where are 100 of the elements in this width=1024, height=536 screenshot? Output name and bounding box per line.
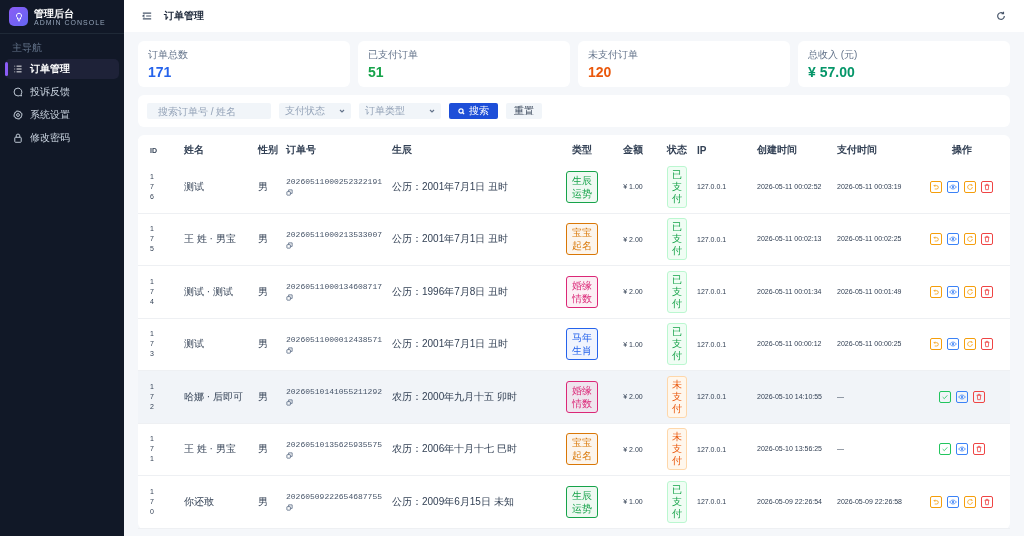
refresh-button[interactable] bbox=[964, 285, 976, 298]
view-button[interactable] bbox=[947, 233, 959, 246]
menu-icon[interactable] bbox=[142, 11, 152, 21]
sidebar-item[interactable]: 订单管理 bbox=[5, 59, 119, 79]
view-button[interactable] bbox=[947, 180, 959, 193]
status-tag: 已支付 bbox=[667, 323, 687, 366]
confirm-button[interactable] bbox=[938, 443, 951, 456]
order-number: 20260510135625935575 bbox=[286, 439, 382, 449]
refresh-button[interactable] bbox=[964, 233, 976, 246]
view-button[interactable] bbox=[947, 495, 959, 508]
undo-button[interactable] bbox=[930, 285, 942, 298]
sidebar-item[interactable]: 系统设置 bbox=[5, 105, 119, 125]
copy-icon[interactable] bbox=[286, 189, 293, 197]
undo-icon bbox=[932, 287, 940, 296]
gender-cell-text: 男 bbox=[258, 442, 269, 457]
stat-label: 总收入 (元) bbox=[808, 48, 859, 62]
delete-button[interactable] bbox=[981, 338, 993, 351]
gender-cell-text: 男 bbox=[258, 337, 269, 352]
sidebar-item[interactable]: 投诉反馈 bbox=[5, 82, 119, 102]
view-icon bbox=[957, 445, 966, 454]
refresh-icon bbox=[966, 235, 974, 244]
search-button[interactable]: 搜索 bbox=[449, 103, 498, 119]
status-tag: 未支付 bbox=[667, 375, 687, 418]
delete-icon bbox=[983, 497, 991, 506]
name-cell-text: 测试 bbox=[184, 179, 205, 194]
birth-cell-text: 公历：2009年6月15日 未知 bbox=[392, 494, 515, 509]
type-tag: 宝宝起名 bbox=[565, 433, 598, 466]
column-header: IP bbox=[697, 144, 708, 156]
delete-icon bbox=[983, 287, 991, 296]
type-tag: 婚缘情数 bbox=[565, 380, 598, 413]
view-button[interactable] bbox=[947, 338, 959, 351]
type-tag: 马年生肖 bbox=[565, 328, 598, 361]
status-tag: 未支付 bbox=[667, 428, 687, 471]
order-number: 20260511000134608717 bbox=[286, 282, 382, 292]
type-tag: 婚缘情数 bbox=[565, 275, 598, 308]
delete-button[interactable] bbox=[981, 495, 993, 508]
list-icon bbox=[13, 64, 23, 74]
status-tag: 已支付 bbox=[667, 270, 687, 313]
refresh-icon bbox=[966, 497, 974, 506]
column-header: 订单号 bbox=[286, 143, 317, 157]
nav-section-label: 主导航 bbox=[11, 41, 43, 55]
birth-cell-text: 公历：2001年7月1日 丑时 bbox=[392, 179, 510, 194]
name-cell-text: 你还敢 bbox=[184, 494, 215, 509]
confirm-button[interactable] bbox=[938, 390, 951, 403]
type-tag: 宝宝起名 bbox=[565, 223, 598, 256]
undo-button[interactable] bbox=[930, 233, 942, 246]
stat-value: 171 bbox=[148, 64, 173, 80]
delete-button[interactable] bbox=[981, 233, 993, 246]
order-number: 20260511000213533007 bbox=[286, 229, 382, 239]
column-header: 性别 bbox=[258, 143, 279, 157]
delete-icon bbox=[983, 182, 991, 191]
sidebar-item[interactable]: 修改密码 bbox=[5, 128, 119, 148]
delete-button[interactable] bbox=[981, 285, 993, 298]
view-button[interactable] bbox=[947, 285, 959, 298]
copy-icon[interactable] bbox=[286, 504, 293, 512]
chevron-down-icon bbox=[339, 108, 345, 114]
view-icon bbox=[949, 235, 957, 244]
birth-cell-text: 公历：2001年7月1日 丑时 bbox=[392, 232, 510, 247]
undo-button[interactable] bbox=[930, 338, 942, 351]
status-tag: 已支付 bbox=[667, 165, 687, 208]
copy-icon[interactable] bbox=[286, 399, 293, 407]
delete-button[interactable] bbox=[972, 390, 985, 403]
gender-cell-text: 男 bbox=[258, 389, 269, 404]
delete-icon bbox=[983, 235, 991, 244]
reset-button[interactable]: 重置 bbox=[506, 103, 542, 119]
name-cell-text: 王 姓 · 男宝 bbox=[184, 232, 237, 247]
refresh-icon[interactable] bbox=[996, 11, 1006, 21]
refresh-button[interactable] bbox=[964, 180, 976, 193]
copy-icon[interactable] bbox=[286, 294, 293, 302]
order-number: 20260511000252322191 bbox=[286, 177, 382, 187]
delete-icon bbox=[974, 392, 983, 401]
column-header: 操作 bbox=[951, 143, 972, 157]
column-header: 姓名 bbox=[184, 143, 205, 157]
copy-icon[interactable] bbox=[286, 451, 293, 459]
view-button[interactable] bbox=[955, 443, 968, 456]
delete-button[interactable] bbox=[972, 443, 985, 456]
view-button[interactable] bbox=[955, 390, 968, 403]
name-cell-text: 测试 bbox=[184, 337, 205, 352]
gear-icon bbox=[13, 110, 23, 120]
search-field[interactable]: 搜索订单号 / 姓名 bbox=[147, 103, 271, 119]
undo-button[interactable] bbox=[930, 495, 942, 508]
name-cell-text: 王 姓 · 男宝 bbox=[184, 442, 237, 457]
view-icon bbox=[957, 392, 966, 401]
delete-button[interactable] bbox=[981, 180, 993, 193]
birth-cell-text: 农历：2006年十月十七 巳时 bbox=[392, 442, 519, 457]
copy-icon[interactable] bbox=[286, 346, 293, 354]
name-cell-text: 测试 · 测试 bbox=[184, 284, 234, 299]
undo-button[interactable] bbox=[930, 180, 942, 193]
confirm-icon bbox=[940, 445, 949, 454]
view-icon bbox=[949, 182, 957, 191]
gender-cell-text: 男 bbox=[258, 284, 269, 299]
view-icon bbox=[949, 497, 957, 506]
refresh-button[interactable] bbox=[964, 495, 976, 508]
status-tag: 已支付 bbox=[667, 480, 687, 523]
column-header: 金额 bbox=[623, 143, 643, 157]
copy-icon[interactable] bbox=[286, 241, 293, 249]
stat-value: ¥ 57.00 bbox=[808, 64, 856, 80]
refresh-button[interactable] bbox=[964, 338, 976, 351]
order-number: 20260510141055211292 bbox=[286, 387, 382, 397]
order-number: 20260509222654687755 bbox=[286, 492, 382, 502]
